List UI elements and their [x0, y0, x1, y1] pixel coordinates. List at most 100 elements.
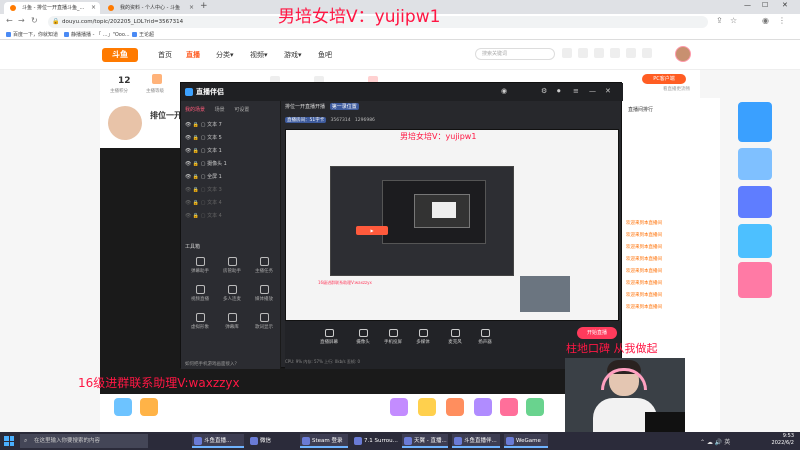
gift-icon[interactable] [140, 398, 158, 416]
taskbar-app-douyu[interactable]: 斗鱼直播... [192, 434, 244, 448]
bookmark-item[interactable]: 百度一下，你就知道 [6, 31, 58, 38]
tool-danmu-library[interactable]: 弹幕库 [217, 313, 247, 333]
promo-banner[interactable] [738, 102, 772, 142]
share-icon[interactable]: ⇪ [716, 16, 723, 25]
nav-video[interactable]: 视频▾ [250, 50, 268, 60]
tool-room-manager[interactable]: 房管助手 [217, 257, 247, 277]
screen-capture-button[interactable]: 直播屏幕 [315, 329, 343, 345]
tool-streamer-task[interactable]: 主播任务 [249, 257, 279, 277]
tray-icons[interactable]: ⌃ ☁ 🔊 英 [700, 437, 730, 446]
tab-douyu-room[interactable]: 斗鱼 - 排位一开直播斗鱼_... × [4, 2, 100, 14]
position-button[interactable]: 第一录位置 [329, 103, 359, 110]
message-icon[interactable] [610, 48, 620, 58]
bookmark-item[interactable]: 静播播播 - 「 …」"Ooo... [64, 31, 130, 38]
star-icon[interactable]: ☆ [730, 16, 737, 25]
minimize-icon[interactable]: — [589, 87, 596, 95]
new-tab-button[interactable]: + [200, 1, 208, 11]
user-avatar[interactable] [675, 46, 691, 62]
promo-banner[interactable] [738, 224, 772, 258]
scene-tabs: 我的场景 场景 可设置 [185, 106, 257, 113]
source-item[interactable]: 👁 🔒 ▢ 文本 3 [185, 186, 222, 193]
tab-profile[interactable]: 我的资料 - 个人中心 - 斗鱼 × [102, 2, 198, 14]
gift-icon[interactable] [446, 398, 464, 416]
pc-client-button[interactable]: PC客户端 [642, 74, 686, 84]
camera-button[interactable]: 摄像头 [349, 329, 377, 345]
tip-text[interactable]: 如何把手机游戏画面接入？ [185, 361, 239, 367]
source-item[interactable]: 👁 🔒 ▢ 文本 4 [185, 212, 222, 219]
source-item[interactable]: 👁 🔒 ▢ 文本 7 [185, 121, 222, 128]
chat-header[interactable]: 直播间排行 [628, 106, 653, 113]
tab-configurable[interactable]: 可设置 [234, 106, 249, 113]
task-icon[interactable] [626, 48, 636, 58]
tool-lyrics[interactable]: 歌词显示 [249, 313, 279, 333]
back-icon[interactable]: ← [6, 16, 13, 25]
tool-label: 摄像头 [356, 340, 370, 345]
bookmark-item[interactable]: 王论超 [132, 31, 154, 38]
history-icon[interactable] [562, 48, 572, 58]
tool-danmu-assistant[interactable]: 弹幕助手 [185, 257, 215, 277]
stream-title[interactable]: 排位一开直播开播 [285, 104, 325, 110]
close-window-icon[interactable]: ✕ [782, 1, 788, 9]
multimedia-button[interactable]: 多媒体 [409, 329, 437, 345]
site-search-input[interactable]: 搜索关键词 [475, 48, 555, 60]
taskbar-app-wechat[interactable]: 微信 [248, 434, 282, 448]
gift-icon[interactable] [500, 398, 518, 416]
source-item[interactable]: 👁 🔒 ▢ 全屏 1 [185, 173, 222, 180]
streamer-avatar[interactable] [108, 106, 142, 140]
nav-category[interactable]: 分类▾ [216, 50, 234, 60]
close-tab-icon[interactable]: × [91, 2, 96, 14]
promo-banner[interactable] [738, 148, 772, 180]
taskbar-app-wegame[interactable]: WeGame [504, 434, 548, 448]
phone-cast-button[interactable]: 手机投屏 [379, 329, 407, 345]
speaker-button[interactable]: 扬声器 [471, 329, 499, 345]
menu-icon[interactable]: ≡ [573, 87, 579, 95]
gift-icon[interactable] [114, 398, 132, 416]
gift-icon[interactable] [474, 398, 492, 416]
source-item[interactable]: 👁 🔒 ▢ 文本 1 [185, 147, 222, 154]
menu-icon[interactable]: ⋮ [778, 16, 786, 25]
nav-live[interactable]: 直播 [186, 50, 200, 60]
tab-my-scene[interactable]: 我的场景 [185, 106, 205, 113]
gift-icon[interactable] [418, 398, 436, 416]
windows-start-icon[interactable] [4, 436, 14, 446]
tab-scene[interactable]: 场景 [215, 106, 225, 113]
tool-video-live[interactable]: 视频直播 [185, 285, 215, 305]
start-live-button[interactable]: 开始直播 [577, 327, 617, 339]
source-item[interactable]: 👁 🔒 ▢ 文本 4 [185, 199, 222, 206]
source-item[interactable]: 👁 🔒 ▢ 摄像头 1 [185, 160, 227, 167]
source-item[interactable]: 👁 🔒 ▢ 文本 5 [185, 134, 222, 141]
tool-multi-mic[interactable]: 多人连麦 [217, 285, 247, 305]
settings-icon[interactable]: ⚙ [541, 87, 547, 95]
taskbar-search[interactable]: ⌕ 在这里输入你要搜索的内容 [20, 434, 148, 448]
follow-icon[interactable] [578, 48, 588, 58]
user-avatar[interactable]: ◉ [501, 87, 507, 95]
promo-banner[interactable] [738, 186, 772, 218]
nav-games[interactable]: 游戏▾ [284, 50, 302, 60]
record-icon[interactable]: ⏺ [557, 87, 561, 96]
promo-banner[interactable] [738, 262, 772, 298]
fish-icon[interactable] [642, 48, 652, 58]
douyu-logo[interactable]: 斗鱼 [102, 48, 138, 62]
stream-preview[interactable]: ▶ 16级进群联系助理V:waxzzyx [285, 129, 619, 321]
gift-icon[interactable] [526, 398, 544, 416]
tool-media-play[interactable]: 媒体播放 [249, 285, 279, 305]
close-tab-icon[interactable]: × [189, 2, 194, 14]
chat-text: 欢迎来到本直播间 [626, 281, 662, 286]
taskbar-app-companion[interactable]: 斗鱼直播伴... [452, 434, 500, 448]
minimize-icon[interactable]: — [744, 1, 751, 9]
microphone-button[interactable]: 麦克风 [441, 329, 469, 345]
maximize-icon[interactable]: ☐ [762, 1, 768, 9]
forward-icon[interactable]: → [18, 16, 25, 25]
reload-icon[interactable]: ↻ [31, 16, 38, 25]
clock[interactable]: 9:53 2022/6/2 [772, 433, 794, 447]
taskbar-app-audio[interactable]: 7.1 Surrou... [352, 434, 398, 448]
gift-icon[interactable] [390, 398, 408, 416]
taskbar-app-tianyi[interactable]: 天翼 - 直播... [402, 434, 448, 448]
close-icon[interactable]: ✕ [605, 87, 611, 95]
nav-home[interactable]: 首页 [158, 50, 172, 60]
nav-fishbar[interactable]: 鱼吧 [318, 50, 332, 60]
taskbar-app-steam[interactable]: Steam 登录 [300, 434, 348, 448]
tool-virtual-avatar[interactable]: 虚拟形象 [185, 313, 215, 333]
profile-icon[interactable]: ◉ [762, 16, 769, 25]
download-icon[interactable] [594, 48, 604, 58]
